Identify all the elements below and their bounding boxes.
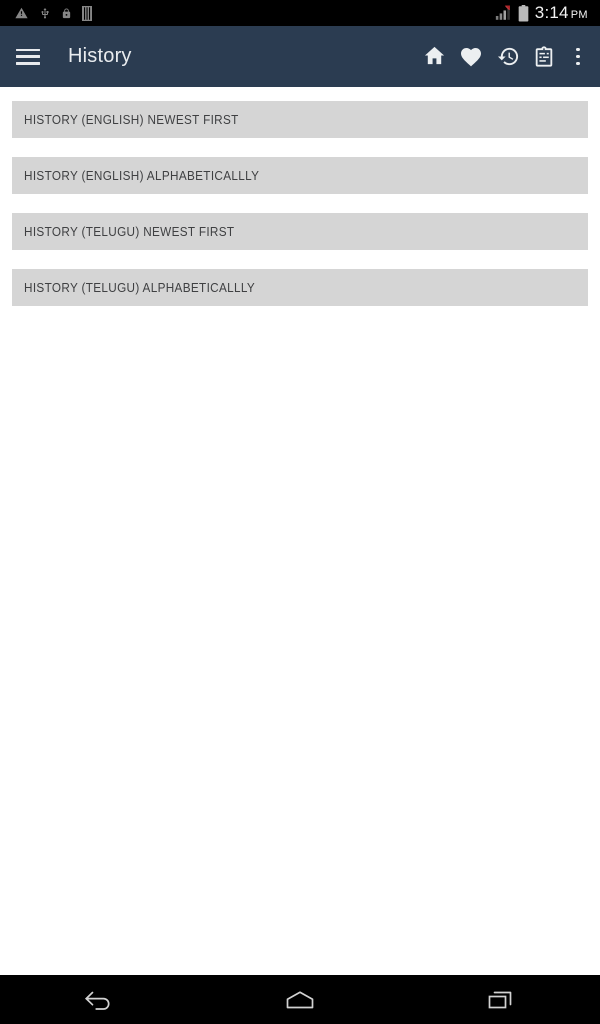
hamburger-menu-icon (16, 48, 40, 65)
main-content: HISTORY (ENGLISH) NEWEST FIRST HISTORY (… (0, 87, 600, 975)
app-bar: History (0, 26, 600, 87)
home-outline-icon (286, 990, 314, 1008)
nav-back-button[interactable] (0, 975, 200, 1024)
signal-no-service-icon (495, 5, 510, 20)
favorites-action[interactable] (452, 26, 490, 87)
nav-recents-button[interactable] (400, 975, 600, 1024)
recents-icon (488, 991, 512, 1008)
more-vert-icon (576, 47, 580, 66)
home-icon (424, 46, 444, 65)
battery-icon (518, 4, 529, 21)
page-title: History (68, 45, 132, 67)
clock-ampm: PM (570, 9, 588, 21)
list-item-label: HISTORY (TELUGU) ALPHABETICALLLY (24, 280, 256, 295)
status-bar-right-icons: 3:14 PM (495, 3, 592, 23)
list-item-label: HISTORY (TELUGU) NEWEST FIRST (24, 224, 235, 239)
sd-card-icon (82, 5, 92, 21)
history-clock-icon (497, 47, 518, 66)
status-bar-left-icons (8, 5, 92, 21)
nav-home-button[interactable] (200, 975, 400, 1024)
navigation-drawer-button[interactable] (0, 26, 56, 87)
status-bar-clock: 3:14 PM (535, 3, 588, 23)
list-item-label: HISTORY (ENGLISH) ALPHABETICALLLY (24, 168, 260, 183)
usb-icon (41, 7, 49, 18)
notes-action[interactable] (526, 26, 562, 87)
clock-time: 3:14 (534, 3, 569, 22)
list-item[interactable]: HISTORY (TELUGU) NEWEST FIRST (12, 213, 588, 250)
device-screen: 3:14 PM History HISTORY (ENGLISH) NEWEST… (0, 0, 600, 1024)
warning-triangle-icon (15, 7, 28, 19)
home-action[interactable] (416, 26, 452, 87)
clipboard-icon (535, 46, 553, 67)
back-arrow-icon (84, 991, 110, 1010)
overflow-action[interactable] (562, 26, 594, 87)
list-item[interactable]: HISTORY (TELUGU) ALPHABETICALLLY (12, 269, 588, 306)
lock-icon (62, 7, 71, 18)
history-action[interactable] (490, 26, 526, 87)
system-navigation-bar (0, 975, 600, 1024)
heart-icon (461, 47, 481, 66)
status-bar: 3:14 PM (0, 0, 600, 26)
list-item[interactable]: HISTORY (ENGLISH) ALPHABETICALLLY (12, 157, 588, 194)
list-item[interactable]: HISTORY (ENGLISH) NEWEST FIRST (12, 101, 588, 138)
app-bar-actions (416, 26, 600, 87)
list-item-label: HISTORY (ENGLISH) NEWEST FIRST (24, 112, 239, 127)
